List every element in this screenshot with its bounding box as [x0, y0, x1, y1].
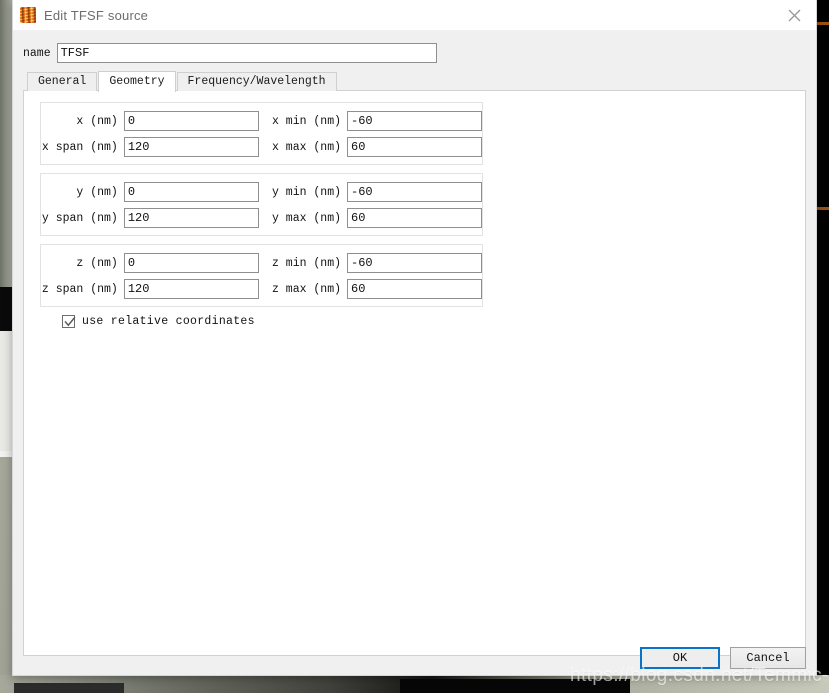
tab-general[interactable]: General	[27, 72, 98, 91]
z-max-label: z max (nm)	[271, 282, 341, 296]
y-input[interactable]	[123, 182, 259, 202]
x-span-label: x span (nm)	[41, 140, 118, 154]
y-coordinate-group: y (nm) y min (nm) y span (nm) y max (nm)	[40, 173, 483, 236]
x-max-label: x max (nm)	[271, 140, 341, 154]
y-max-input[interactable]	[347, 208, 482, 228]
lumerical-app-icon	[20, 7, 36, 23]
x-label: x (nm)	[76, 114, 118, 128]
z-position-row: z (nm) z min (nm)	[41, 252, 482, 274]
dialog-title: Edit TFSF source	[44, 7, 149, 23]
x-max-input[interactable]	[347, 137, 482, 157]
z-span-input[interactable]	[123, 279, 259, 299]
tab-geometry[interactable]: Geometry	[98, 71, 176, 92]
use-relative-coordinates-checkbox[interactable]	[62, 315, 76, 328]
ok-button[interactable]: OK	[640, 647, 720, 669]
background-left-strip	[0, 451, 12, 457]
z-label: z (nm)	[76, 256, 118, 270]
background-bottom-dark-block	[400, 679, 630, 693]
x-min-input[interactable]	[347, 111, 482, 131]
z-span-row: z span (nm) z max (nm)	[41, 278, 482, 300]
y-min-label: y min (nm)	[271, 185, 341, 199]
name-row: name	[23, 42, 806, 64]
y-span-row: y span (nm) y max (nm)	[41, 207, 482, 229]
y-max-label: y max (nm)	[271, 211, 341, 225]
z-min-input[interactable]	[347, 253, 482, 273]
x-span-row: x span (nm) x max (nm)	[41, 136, 482, 158]
y-min-input[interactable]	[347, 182, 482, 202]
z-input[interactable]	[123, 253, 259, 273]
y-label: y (nm)	[76, 185, 118, 199]
background-left-light-block	[0, 331, 12, 451]
use-relative-coordinates-row: use relative coordinates	[62, 315, 805, 328]
x-span-input[interactable]	[123, 137, 259, 157]
y-span-input[interactable]	[123, 208, 259, 228]
y-span-label: y span (nm)	[41, 211, 118, 225]
tab-bar: General Geometry Frequency/Wavelength	[27, 71, 806, 92]
y-position-row: y (nm) y min (nm)	[41, 181, 482, 203]
geometry-tab-panel: x (nm) x min (nm) x span (nm) x max (nm)…	[23, 90, 806, 656]
dialog-titlebar[interactable]: Edit TFSF source	[13, 0, 816, 31]
z-coordinate-group: z (nm) z min (nm) z span (nm) z max (nm)	[40, 244, 483, 307]
checkmark-icon	[64, 316, 76, 327]
x-coordinate-group: x (nm) x min (nm) x span (nm) x max (nm)	[40, 102, 483, 165]
use-relative-coordinates-label: use relative coordinates	[82, 315, 255, 328]
x-min-label: x min (nm)	[271, 114, 341, 128]
dialog-footer: OK Cancel	[13, 645, 816, 675]
z-span-label: z span (nm)	[41, 282, 118, 296]
background-bottom-dark-block-2	[14, 683, 124, 693]
cancel-button[interactable]: Cancel	[730, 647, 806, 669]
name-label: name	[23, 46, 51, 60]
tab-frequency-wavelength[interactable]: Frequency/Wavelength	[176, 72, 337, 91]
background-left-dark-block	[0, 287, 12, 331]
x-input[interactable]	[123, 111, 259, 131]
z-max-input[interactable]	[347, 279, 482, 299]
z-min-label: z min (nm)	[271, 256, 341, 270]
close-icon[interactable]	[782, 4, 806, 26]
x-position-row: x (nm) x min (nm)	[41, 110, 482, 132]
edit-tfsf-source-dialog: Edit TFSF source name General Geometry F…	[12, 0, 817, 676]
name-input[interactable]	[56, 43, 437, 63]
